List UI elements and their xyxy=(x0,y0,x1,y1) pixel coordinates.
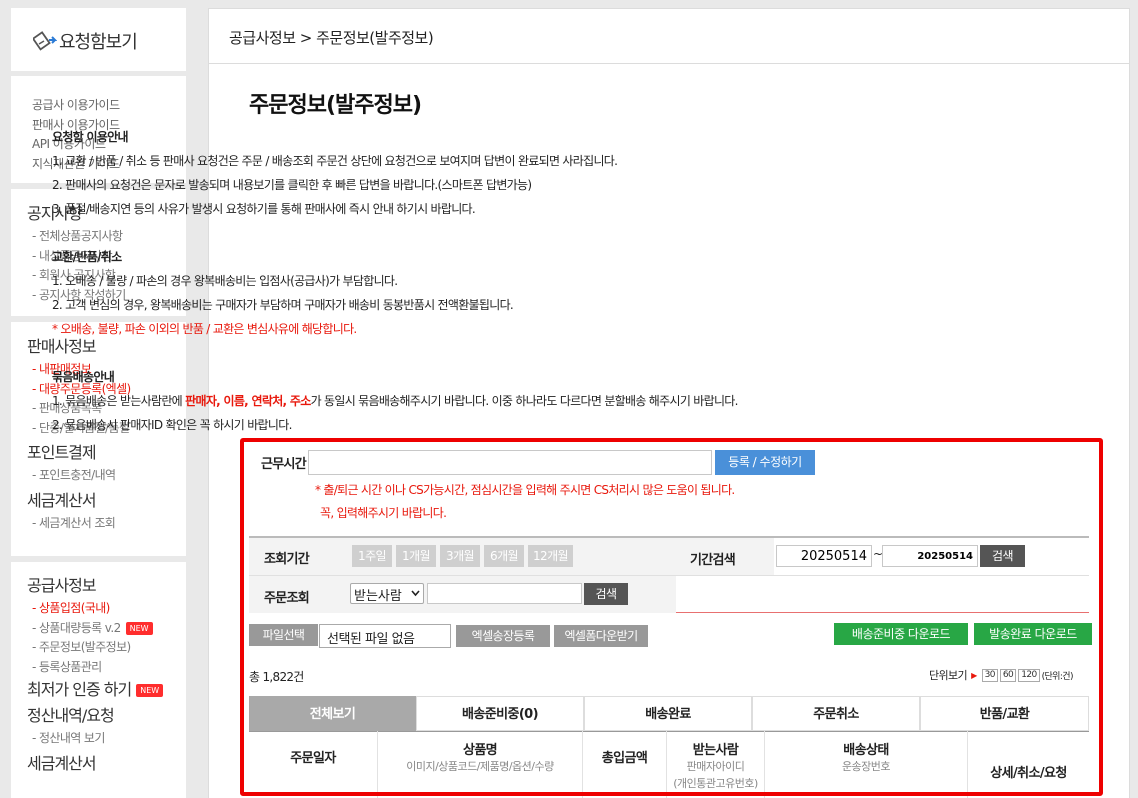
page-title: 주문정보(발주정보) xyxy=(249,93,422,118)
guide-bundle-line: 1. 묶음배송은 받는사람란에 판매자, 이름, 연락처, 주소가 동일시 묶음… xyxy=(52,389,738,413)
guide-inbox-line: 2. 판매사의 요청건은 문자로 발송되며 내용보기를 클릭한 후 빠른 답변을… xyxy=(52,178,532,192)
guide-return-title: 교환/반품/취소 xyxy=(52,250,122,264)
guide-bundle-line: 2. 묶음배송시 판매자ID 확인은 꼭 하시기 바랍니다. xyxy=(52,418,292,432)
supplier-title[interactable]: 공급사정보 xyxy=(27,575,186,597)
sidebar-logo-box: 요청함보기 xyxy=(11,8,186,71)
sidebar-item-bulk-register[interactable]: - 상품대량등록 v.2 xyxy=(32,619,121,639)
sidebar-seller: 판매사정보 - 내판매정보 - 대량주문등록(엑셀) - 판매상품목록 - 단종… xyxy=(11,322,186,556)
sidebar-item-product-manage[interactable]: - 등록상품관리 xyxy=(27,658,186,678)
guide-bundle-title: 묶음배송안내 xyxy=(52,370,115,384)
point-title[interactable]: 포인트결제 xyxy=(27,442,186,464)
guide-inbox: 요청함 이용안내 1. 교환 / 반품 / 취소 등 판매사 요청건은 주문 /… xyxy=(52,125,618,221)
guide-inbox-line: 1. 교환 / 반품 / 취소 등 판매사 요청건은 주문 / 배송조회 주문건… xyxy=(52,154,618,168)
guide-bundle: 묶음배송안내 1. 묶음배송은 받는사람란에 판매자, 이름, 연락처, 주소가… xyxy=(52,365,738,437)
guide-bundle-suffix: 가 동일시 묶음배송해주시기 바랍니다. 이중 하나라도 다르다면 분할배송 해… xyxy=(310,394,739,408)
settle-title[interactable]: 정산내역/요청 xyxy=(27,705,186,727)
breadcrumb: 공급사정보 > 주문정보(발주정보) xyxy=(209,9,1129,64)
new-badge: NEW xyxy=(136,683,164,697)
guide-bundle-highlight: 판매자, 이름, 연락처, 주소 xyxy=(185,394,311,408)
guide-inbox-title: 요청함 이용안내 xyxy=(52,130,129,144)
guide-return: 교환/반품/취소 1. 오배송 / 불량 / 파손의 경우 왕복배송비는 입점사… xyxy=(52,245,514,341)
guide-return-line: 1. 오배송 / 불량 / 파손의 경우 왕복배송비는 입점사(공급사)가 부담… xyxy=(52,274,398,288)
guide-inbox-line: 3. 품절/배송지연 등의 사유가 발생시 요청하기를 통해 판매사에 즉시 안… xyxy=(52,202,476,216)
guide-return-line: 2. 고객 변심의 경우, 왕복배송비는 구매자가 부담하며 구매자가 배송비 … xyxy=(52,298,514,312)
sidebar-item-tax-view[interactable]: - 세금계산서 조회 xyxy=(27,514,186,534)
sidebar-item-bulk-register-row[interactable]: - 상품대량등록 v.2 NEW xyxy=(27,619,186,639)
highlight-box xyxy=(240,438,1103,796)
guide-bundle-prefix: 1. 묶음배송은 받는사람란에 xyxy=(52,394,186,408)
new-badge: NEW xyxy=(125,621,153,635)
sidebar-item-point-charge[interactable]: - 포인트충전/내역 xyxy=(27,466,186,486)
inbox-title: 요청함보기 xyxy=(59,32,138,53)
lowest-price-title[interactable]: 최저가 인증 하기 NEW xyxy=(27,679,186,701)
sidebar-item-product-entry[interactable]: - 상품입점(국내) xyxy=(27,599,186,619)
guide-return-note: * 오배송, 불량, 파손 이외의 반품 / 교환은 변심사유에 해당합니다. xyxy=(52,322,357,336)
sidebar-supplier: 공급사정보 - 상품입점(국내) - 상품대량등록 v.2 NEW - 주문정보… xyxy=(11,562,186,798)
guide-link-supplier[interactable]: 공급사 이용가이드 xyxy=(32,96,186,116)
sidebar-item-order-info[interactable]: - 주문정보(발주정보) xyxy=(27,638,186,658)
inbox-edit-icon xyxy=(33,31,57,51)
seller-tax-title[interactable]: 세금계산서 xyxy=(27,490,186,512)
supplier-tax-title[interactable]: 세금계산서 xyxy=(27,753,186,775)
sidebar-item-all-notice[interactable]: - 전체상품공지사항 xyxy=(27,227,186,247)
inbox-link[interactable]: 요청함보기 xyxy=(33,28,138,54)
sidebar-item-settle-view[interactable]: - 정산내역 보기 xyxy=(27,729,186,749)
lowest-price-label: 최저가 인증 하기 xyxy=(27,680,132,699)
